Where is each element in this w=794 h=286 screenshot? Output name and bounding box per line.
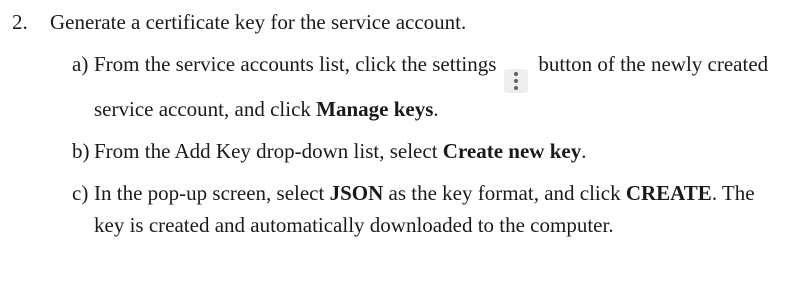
substep-c: c) In the pop-up screen, select JSON as … — [72, 177, 787, 241]
substep-c-text-before: In the pop-up screen, select — [94, 181, 325, 205]
manage-keys-label: Manage keys — [316, 97, 434, 121]
substep-letter: b) — [72, 139, 90, 163]
substep-a-tail: . — [433, 97, 439, 121]
substep-letter: a) — [72, 52, 89, 76]
substep-text: In the pop-up screen, select JSON as the… — [94, 177, 787, 241]
create-new-key-label: Create new key — [442, 139, 582, 163]
json-label: JSON — [329, 181, 384, 205]
substep-c-text-middle: as the key format, and click — [388, 181, 621, 205]
step-heading: 2. Generate a certificate key for the se… — [12, 6, 787, 38]
step-text: Generate a certificate key for the servi… — [50, 10, 467, 34]
create-label: CREATE — [625, 181, 712, 205]
substep-a: a) From the service accounts list, click… — [72, 48, 787, 125]
substep-letter: c) — [72, 181, 89, 205]
substep-b-text-before: From the Add Key drop-down list, select — [94, 139, 438, 163]
step-number: 2. — [12, 10, 28, 34]
substep-list: a) From the service accounts list, click… — [12, 48, 787, 241]
step-2: 2. Generate a certificate key for the se… — [12, 6, 787, 251]
kebab-menu-icon — [504, 69, 529, 93]
substep-b: b) From the Add Key drop-down list, sele… — [72, 135, 787, 167]
substep-a-text-before: From the service accounts list, click th… — [94, 52, 497, 76]
substep-text: From the service accounts list, click th… — [94, 48, 787, 125]
substep-text: From the Add Key drop-down list, select … — [94, 135, 787, 167]
substep-b-tail: . — [581, 139, 587, 163]
